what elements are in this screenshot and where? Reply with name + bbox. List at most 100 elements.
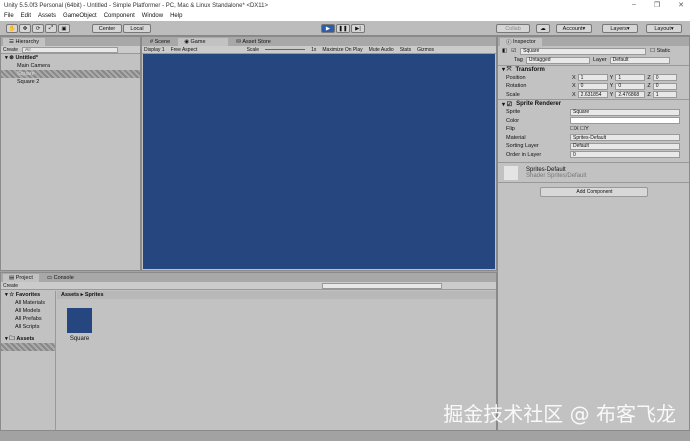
favorite-item[interactable]: All Models (1, 307, 55, 315)
maximize-on-play-toggle[interactable]: Maximize On Play (322, 47, 362, 53)
hierarchy-item[interactable]: Square 2 (1, 78, 140, 86)
y-input[interactable]: 2.476868 (615, 91, 646, 99)
flip-x-checkbox[interactable]: ☐X (570, 126, 579, 132)
sprite-renderer-title: Sprite Renderer (516, 101, 562, 107)
x-input[interactable]: 0 (577, 82, 608, 90)
menu-assets[interactable]: Assets (38, 13, 56, 19)
scene-root[interactable]: ▾ ⊛ Untitled* (1, 54, 140, 62)
tab-scene[interactable]: # Scene (144, 38, 176, 46)
menu-window[interactable]: Window (142, 13, 163, 19)
maximize-button[interactable]: ❐ (654, 1, 660, 9)
menu-help[interactable]: Help (170, 13, 182, 19)
menu-edit[interactable]: Edit (21, 13, 31, 19)
pivot-local-button[interactable]: Local (123, 24, 151, 33)
y-input[interactable]: 0 (615, 82, 646, 90)
tab-game[interactable]: ◉ Game (178, 38, 229, 46)
sprites-folder[interactable] (1, 343, 55, 351)
scene-tab-label: Scene (154, 39, 171, 45)
favorite-item[interactable]: All Prefabs (1, 315, 55, 323)
hierarchy-tab-label: Hierarchy (15, 39, 40, 45)
transform-label: Rotation (506, 83, 527, 90)
x-input[interactable]: 1 (577, 74, 608, 82)
asset-square[interactable]: Square (67, 308, 92, 342)
menu-file[interactable]: File (4, 13, 14, 19)
layout-dropdown[interactable]: Layout ▾ (646, 24, 682, 33)
cloud-icon[interactable]: ☁ (536, 24, 550, 33)
assets-folder[interactable]: ▾ 🗀 Assets (1, 335, 55, 343)
pause-button[interactable]: ❚❚ (336, 24, 350, 33)
pivot-center-button[interactable]: Center (92, 24, 122, 33)
mute-audio-toggle[interactable]: Mute Audio (369, 47, 394, 53)
flip-y-checkbox[interactable]: ☐Y (580, 126, 589, 132)
window-title: Unity 5.5.0f3 Personal (64bit) - Untitle… (4, 2, 269, 9)
stats-toggle[interactable]: Stats (400, 47, 411, 53)
title-bar: Unity 5.5.0f3 Personal (64bit) - Untitle… (0, 0, 690, 11)
favorites-folder[interactable]: ▾ ☆ Favorites (1, 291, 55, 299)
scale-slider[interactable] (265, 49, 306, 50)
tab-asset-store[interactable]: ⛁ Asset Store (230, 38, 277, 46)
layers-dropdown[interactable]: Layers ▾ (602, 24, 638, 33)
static-checkbox[interactable]: ☐ Static (650, 48, 670, 54)
create-dropdown[interactable]: Create (3, 47, 18, 53)
aspect-dropdown[interactable]: Free Aspect (171, 47, 241, 53)
tab-inspector[interactable]: ⓘ Inspector (500, 38, 542, 46)
x-input[interactable]: 2.631854 (577, 91, 608, 99)
favorite-item[interactable]: All Materials (1, 299, 55, 307)
move-tool-icon[interactable]: ✥ (19, 24, 31, 33)
tab-hierarchy[interactable]: ☰ Hierarchy (3, 38, 46, 46)
minimize-button[interactable]: – (632, 1, 636, 9)
rect-tool-icon[interactable]: ▣ (58, 24, 70, 33)
play-button[interactable]: ▶ (321, 24, 335, 33)
step-button[interactable]: ▶| (351, 24, 365, 33)
account-label: Account (562, 25, 583, 32)
shader-dropdown[interactable]: Sprites/Default (547, 173, 586, 179)
hierarchy-item[interactable]: Main Camera (1, 62, 140, 70)
tag-dropdown[interactable]: Untagged (525, 56, 590, 64)
breadcrumb-sprites[interactable]: Sprites (85, 292, 104, 298)
color-field[interactable] (570, 117, 680, 125)
collab-button[interactable]: Collab (496, 24, 530, 33)
gizmos-dropdown[interactable]: Gizmos (417, 47, 434, 53)
layer-dropdown[interactable]: Default (609, 56, 670, 64)
z-input[interactable]: 1 (652, 91, 677, 99)
inspector-panel: ⓘ Inspector ◧ ☑ Square ☐ Static Tag Unta… (497, 36, 690, 431)
project-search-input[interactable] (322, 282, 443, 289)
flip-x-label: X (574, 126, 579, 133)
hierarchy-item[interactable]: Square (1, 70, 140, 78)
rotate-tool-icon[interactable]: ⟳ (32, 24, 44, 33)
menu-gameobject[interactable]: GameObject (63, 13, 97, 19)
material-field[interactable]: Sprites-Default (570, 134, 680, 142)
axis-label: Z (647, 83, 651, 90)
account-dropdown[interactable]: Account ▾ (556, 24, 592, 33)
hierarchy-search-input[interactable] (22, 46, 119, 53)
color-label: Color (506, 117, 520, 124)
scene-name: Untitled* (15, 55, 39, 61)
active-checkbox[interactable]: ☑ (511, 48, 516, 54)
scale-tool-icon[interactable]: ⤢ (45, 24, 57, 33)
axis-label: Y (609, 74, 614, 81)
axis-label: X (572, 83, 576, 90)
project-create-dropdown[interactable]: Create (3, 283, 18, 289)
order-in-layer-input[interactable]: 0 (570, 151, 680, 159)
tab-project[interactable]: ▤ Project (3, 274, 39, 282)
scale-value: 1x (311, 46, 317, 53)
object-name-input[interactable]: Square (520, 47, 647, 55)
game-view-canvas[interactable] (143, 54, 495, 269)
favorite-item[interactable]: All Scripts (1, 323, 55, 331)
tab-console[interactable]: ▭ Console (41, 274, 80, 282)
hand-tool-icon[interactable]: ✋ (6, 24, 18, 33)
breadcrumb-assets[interactable]: Assets (61, 292, 79, 298)
y-input[interactable]: 1 (615, 74, 646, 82)
add-component-button[interactable]: Add Component (539, 187, 648, 197)
sprite-renderer-header[interactable]: ▾ ☑ Sprite Renderer (498, 99, 689, 108)
z-input[interactable]: 0 (652, 74, 677, 82)
display-dropdown[interactable]: Display 1 (144, 47, 165, 53)
menu-component[interactable]: Component (104, 13, 135, 19)
z-input[interactable]: 0 (652, 82, 677, 90)
asset-store-tab-label: Asset Store (242, 39, 271, 45)
close-button[interactable]: ✕ (678, 1, 684, 9)
project-tab-label: Project (15, 275, 33, 281)
sorting-layer-dropdown[interactable]: Default (570, 142, 680, 150)
sprite-field[interactable]: Square (570, 108, 680, 116)
transform-header[interactable]: ▾ ⤧ Transform (498, 64, 689, 74)
